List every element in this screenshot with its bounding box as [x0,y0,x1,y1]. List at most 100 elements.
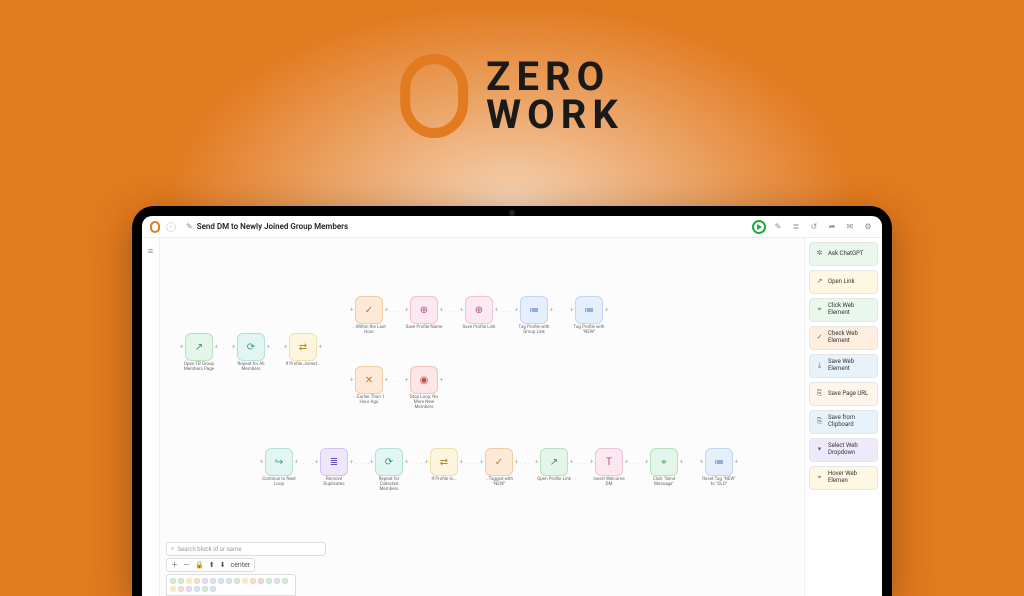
flow-node[interactable]: ✕...Earlier Than 1 Hour Ago [350,366,388,406]
flow-node[interactable]: ⊕Save Profile Link [460,296,498,331]
node-icon: ↗ [185,333,213,361]
action-label: Save Web Element [828,359,873,372]
node-icon: ⟳ [375,448,403,476]
actions-panel: ✲Ask ChatGPT↗Open Link⌖Click Web Element… [804,238,882,596]
action-icon: ⎘ [815,418,824,427]
zoom-in-button[interactable]: ＋ [171,560,178,570]
action-icon: ▾ [815,446,824,455]
action-save-web-element[interactable]: ⤓Save Web Element [809,354,878,378]
node-icon: T [595,448,623,476]
node-label: Reset Tag "NEW" to "OLD" [700,478,738,488]
flow-canvas[interactable]: • • • • • • • • • • • • • • • • • • • • … [160,238,804,596]
search-input[interactable]: ⌕ Search block id or name [166,542,326,556]
settings-icon[interactable]: ⚙ [862,221,874,233]
menu-button[interactable]: ≡ [148,246,153,257]
minimap-cell [210,578,216,584]
flow-node[interactable]: ✓...Within the Last Hour [350,296,388,336]
node-icon: ↗ [540,448,568,476]
minimap-cell [226,578,232,584]
node-label: Repeat for Collected Members [370,478,408,493]
minimap-cell [194,586,200,592]
minimap-cell [178,586,184,592]
flow-node[interactable]: ⟳ Repeat for Collected Members [370,448,408,493]
action-check-web-element[interactable]: ✓Check Web Element [809,326,878,350]
flow-node[interactable]: ↗Open Profile Link [535,448,573,483]
edit-icon[interactable]: ✎ [772,221,784,233]
node-label: Save Profile Link [460,326,498,331]
expand-sidebar-button[interactable]: › [166,222,176,232]
action-label: Ask ChatGPT [828,251,863,258]
flow-node[interactable]: ⊕Save Profile Name [405,296,443,331]
minimap-cell [218,578,224,584]
flow-node[interactable]: ⇄If Profile Joined... [284,333,322,368]
node-label: Insert Welcome DM [590,478,628,488]
node-label: Tag Profile with Group Link [515,326,553,336]
node-icon: ⇄ [289,333,317,361]
flow-node[interactable]: T Insert Welcome DM [590,448,628,488]
action-click-web-element[interactable]: ⌖Click Web Element [809,298,878,322]
minimap-cell [258,578,264,584]
node-label: Save Profile Name [405,326,443,331]
minimap-cell [274,578,280,584]
zoom-toolbar: ＋ － 🔒 ⬆ ⬇ center [166,558,255,572]
minimap-cell [250,578,256,584]
flow-node[interactable]: ↪ Continue to Next Loop [260,448,298,488]
action-label: Hover Web Elemen [828,471,873,484]
node-icon: ≔ [705,448,733,476]
action-label: Save from Clipboard [828,415,873,428]
node-icon: ≔ [575,296,603,324]
flow-node[interactable]: ⌖Click "Send Message" [645,448,683,488]
node-label: Open FB Group Members Page [180,363,218,373]
action-hover-web-elemen[interactable]: ⌖ Hover Web Elemen [809,466,878,490]
node-label: Tag Profile with "NEW" [570,326,608,336]
run-button[interactable] [752,220,766,234]
brand-word-2: WORK [486,96,624,134]
node-label: ...Within the Last Hour [350,326,388,336]
action-icon: ✲ [815,250,824,259]
lock-button[interactable]: 🔒 [195,561,204,569]
brand-logo: ZERO WORK [400,54,624,138]
workflow-title-icon: ✎ [186,222,193,231]
flow-node[interactable]: ✓...Tagged with "NEW" [480,448,518,488]
search-icon: ⌕ [171,545,174,553]
move-up-button[interactable]: ⬆ [209,561,215,569]
minimap[interactable] [166,574,296,596]
app-logo-icon[interactable] [150,221,160,233]
action-save-page-url[interactable]: ⎘Save Page URL [809,382,878,406]
chat-icon[interactable]: ✉ [844,221,856,233]
action-open-link[interactable]: ↗Open Link [809,270,878,294]
minimap-cell [186,578,192,584]
action-icon: ⌖ [815,474,824,483]
flow-node[interactable]: ≔ Reset Tag "NEW" to "OLD" [700,448,738,488]
workflow-title: Send DM to Newly Joined Group Members [197,222,348,231]
node-label: Continue to Next Loop [260,478,298,488]
list-icon[interactable]: ≣ [790,221,802,233]
move-down-button[interactable]: ⬇ [220,561,226,569]
action-icon: ↗ [815,278,824,287]
minimap-cell [266,578,272,584]
flow-node[interactable]: ≔ Tag Profile with "NEW" [570,296,608,336]
flow-node[interactable]: ≔Tag Profile with Group Link [515,296,553,336]
action-select-web-dropdown[interactable]: ▾ Select Web Dropdown [809,438,878,462]
node-icon: ≣ [320,448,348,476]
flow-node[interactable]: ↗ Open FB Group Members Page [180,333,218,373]
workflow-title-wrap[interactable]: ✎ Send DM to Newly Joined Group Members [186,222,348,231]
minimap-cell [194,578,200,584]
node-icon: ↪ [265,448,293,476]
share-icon[interactable]: ➦ [826,221,838,233]
zoom-out-button[interactable]: － [183,560,190,570]
action-label: Select Web Dropdown [828,443,873,456]
logo-o-icon [400,54,468,138]
action-icon: ✓ [815,334,824,343]
center-button[interactable]: center [230,561,250,569]
history-icon[interactable]: ↺ [808,221,820,233]
action-label: Click Web Element [828,303,873,316]
node-icon: ⌖ [650,448,678,476]
flow-node[interactable]: ≣Remove Duplicates [315,448,353,488]
flow-node[interactable]: ⟳Repeat for All Members [232,333,270,373]
flow-node[interactable]: ◉Stop Loop, No More New Members [405,366,443,411]
action-ask-chatgpt[interactable]: ✲ Ask ChatGPT [809,242,878,266]
node-label: Stop Loop, No More New Members [405,396,443,411]
flow-node[interactable]: ⇄If Profile Is... [425,448,463,483]
action-save-from-clipboard[interactable]: ⎘ Save from Clipboard [809,410,878,434]
